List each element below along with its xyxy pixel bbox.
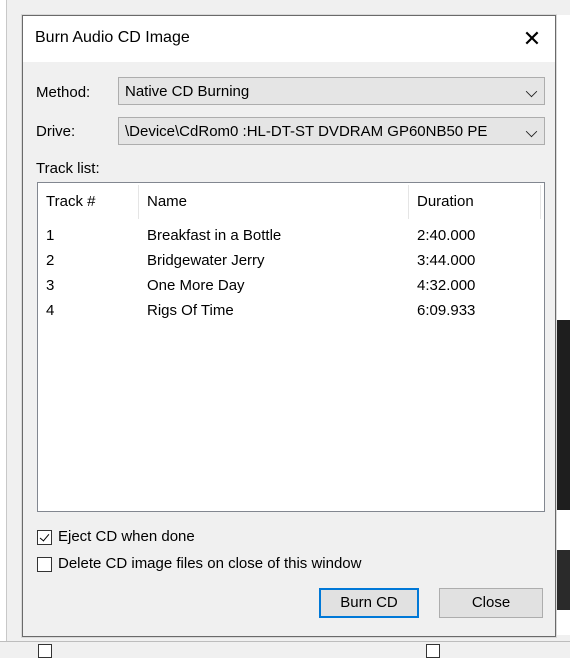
track-name: Breakfast in a Bottle: [147, 227, 282, 244]
track-name: Bridgewater Jerry: [147, 252, 265, 269]
track-list-label: Track list:: [36, 160, 100, 177]
background-window-left-edge: [0, 0, 7, 651]
background-window-bottom-edge: [0, 641, 570, 658]
track-duration: 6:09.933: [417, 302, 476, 319]
track-list[interactable]: Track # Name Duration 1 Breakfast in a B…: [37, 182, 545, 512]
dialog-titlebar[interactable]: Burn Audio CD Image ✕: [23, 16, 555, 62]
background-checkbox: [426, 644, 440, 658]
eject-cd-checkbox[interactable]: [37, 530, 52, 545]
track-number: 3: [46, 277, 55, 294]
track-duration: 4:32.000: [417, 277, 476, 294]
track-number: 4: [46, 302, 55, 319]
method-label: Method:: [36, 84, 91, 101]
drive-dropdown[interactable]: \Device\CdRom0 :HL-DT-ST DVDRAM GP60NB50…: [118, 117, 545, 145]
track-row[interactable]: 2 Bridgewater Jerry 3:44.000: [38, 248, 544, 273]
background-dark-panel: [555, 320, 570, 510]
track-number: 1: [46, 227, 55, 244]
track-name: One More Day: [147, 277, 245, 294]
track-row[interactable]: 1 Breakfast in a Bottle 2:40.000: [38, 223, 544, 248]
method-value: Native CD Burning: [125, 83, 250, 100]
background-dark-panel-2: [555, 550, 570, 610]
checkmark-icon: [39, 531, 50, 542]
background-window-right-edge: [555, 0, 570, 651]
drive-label: Drive:: [36, 123, 76, 140]
track-name: Rigs Of Time: [147, 302, 234, 319]
track-list-header: Track # Name Duration: [38, 183, 544, 221]
burn-audio-cd-dialog: Burn Audio CD Image ✕ Method: Native CD …: [22, 15, 556, 637]
delete-image-files-checkbox[interactable]: [37, 557, 52, 572]
drive-value: \Device\CdRom0 :HL-DT-ST DVDRAM GP60NB50…: [125, 123, 488, 140]
track-duration: 2:40.000: [417, 227, 476, 244]
track-row[interactable]: 4 Rigs Of Time 6:09.933: [38, 298, 544, 323]
close-button[interactable]: Close: [439, 588, 543, 618]
delete-image-files-label[interactable]: Delete CD image files on close of this w…: [58, 555, 361, 572]
column-divider[interactable]: [540, 185, 541, 219]
column-header-track[interactable]: Track #: [38, 183, 138, 221]
track-row[interactable]: 3 One More Day 4:32.000: [38, 273, 544, 298]
background-checkbox: [38, 644, 52, 658]
column-header-name[interactable]: Name: [139, 183, 409, 221]
burn-cd-button[interactable]: Burn CD: [319, 588, 419, 618]
chevron-down-icon: [525, 125, 538, 138]
column-header-duration[interactable]: Duration: [409, 183, 539, 221]
track-duration: 3:44.000: [417, 252, 476, 269]
eject-cd-label[interactable]: Eject CD when done: [58, 528, 195, 545]
chevron-down-icon: [525, 85, 538, 98]
close-icon[interactable]: ✕: [509, 16, 555, 62]
method-dropdown[interactable]: Native CD Burning: [118, 77, 545, 105]
track-number: 2: [46, 252, 55, 269]
dialog-title: Burn Audio CD Image: [35, 29, 190, 46]
